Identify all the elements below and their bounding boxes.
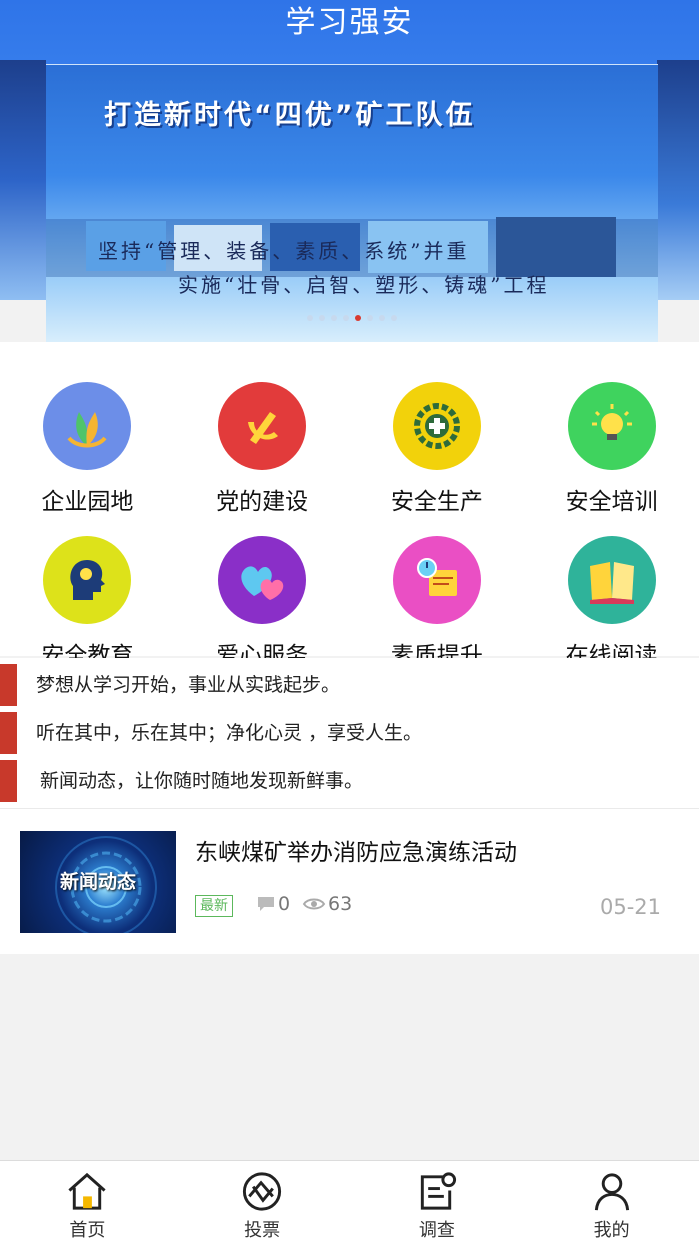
carousel-dot[interactable] [343, 315, 349, 321]
carousel-dot[interactable] [331, 315, 337, 321]
safety-gear-icon [392, 382, 481, 470]
head-idea-icon [43, 536, 132, 624]
comment-count-value: 0 [278, 893, 291, 915]
banner-slogan-2: 实施“壮骨、启智、塑形、铸魂”工程 [178, 273, 550, 297]
notice-item[interactable]: 新闻动态，让你随时随地发现新鲜事。 [0, 758, 699, 804]
news-list-item[interactable]: 新闻动态 东峡煤矿举办消防应急演练活动 最新 0 63 05-21 [0, 808, 699, 954]
tab-label: 投票 [244, 1220, 281, 1241]
home-icon [68, 1172, 106, 1210]
tab-label: 首页 [69, 1220, 106, 1241]
banner-headline: 打造新时代“四优”矿工队伍 [104, 100, 476, 131]
grid-item-label: 党的建设 [216, 489, 309, 515]
comment-count: 0 [256, 893, 290, 915]
carousel-dot[interactable] [367, 315, 373, 321]
tab-survey[interactable]: 调查 [350, 1161, 525, 1242]
feature-grid-panel: 企业园地 党的建设 安全生产 安全培训 安全教育 爱心服务 素质提升 在线阅读 [0, 342, 699, 669]
carousel-dot[interactable] [391, 315, 397, 321]
page-title: 学习强安 [285, 5, 414, 40]
carousel-dot-active[interactable] [355, 315, 361, 321]
grid-item-production[interactable]: 安全生产 [350, 382, 525, 516]
tab-vote[interactable]: 投票 [175, 1161, 350, 1242]
tab-label: 我的 [593, 1220, 630, 1241]
notice-text: 梦想从学习开始，事业从实践起步。 [36, 674, 341, 696]
notice-text: 听在其中，乐在其中；净化心灵 ，享受人生。 [36, 722, 423, 744]
grid-item-label: 企业园地 [41, 489, 134, 515]
grid-item-enterprise[interactable]: 企业园地 [0, 382, 175, 516]
lightbulb-icon [567, 382, 656, 470]
notice-marker [0, 760, 17, 802]
bottom-tab-bar: 首页 投票 调查 我的 [0, 1160, 699, 1242]
notice-marker [0, 664, 17, 706]
news-title[interactable]: 东峡煤矿举办消防应急演练活动 [195, 833, 517, 867]
view-count: 63 [302, 893, 352, 915]
notice-item[interactable]: 梦想从学习开始，事业从实践起步。 [0, 662, 699, 708]
carousel-dot[interactable] [379, 315, 385, 321]
news-thumbnail: 新闻动态 [20, 831, 176, 933]
grid-item-care[interactable]: 爱心服务 [175, 536, 350, 670]
vote-icon [243, 1172, 282, 1211]
plant-icon [43, 382, 132, 470]
grid-item-label: 安全培训 [565, 489, 658, 515]
survey-icon [420, 1172, 456, 1210]
carousel-indicator [46, 315, 658, 321]
thumbnail-caption: 新闻动态 [59, 871, 136, 893]
party-emblem-icon [218, 382, 307, 470]
grid-item-reading[interactable]: 在线阅读 [524, 536, 699, 670]
grid-item-education[interactable]: 安全教育 [0, 536, 175, 670]
banner-slogan-1: 坚持“管理、装备、素质、系统”并重 [98, 239, 470, 263]
grid-item-party[interactable]: 党的建设 [175, 382, 350, 516]
feature-grid: 企业园地 党的建设 安全生产 安全培训 安全教育 爱心服务 素质提升 在线阅读 [0, 382, 699, 670]
banner-next-peek [657, 60, 699, 300]
news-tag: 最新 [195, 895, 233, 917]
tab-mine[interactable]: 我的 [524, 1161, 699, 1242]
banner-carousel[interactable]: 打造新时代“四优”矿工队伍 坚持“管理、装备、素质、系统”并重 实施“壮骨、启智… [46, 64, 658, 342]
user-icon [594, 1173, 629, 1211]
notice-marker [0, 712, 17, 754]
notice-item[interactable]: 听在其中，乐在其中；净化心灵 ，享受人生。 [0, 710, 699, 756]
tab-home[interactable]: 首页 [0, 1161, 175, 1242]
open-book-icon [567, 536, 656, 624]
notice-text: 新闻动态，让你随时随地发现新鲜事。 [40, 770, 364, 792]
hearts-icon [218, 536, 307, 624]
news-date: 05-21 [599, 895, 661, 919]
certificate-clock-icon [392, 536, 481, 624]
view-count-value: 63 [328, 893, 353, 915]
comment-icon [258, 897, 274, 911]
eye-icon [302, 898, 326, 910]
banner-prev-peek [0, 60, 46, 300]
carousel-dot[interactable] [307, 315, 313, 321]
notice-list: 梦想从学习开始，事业从实践起步。 听在其中，乐在其中；净化心灵 ，享受人生。 新… [0, 658, 699, 808]
carousel-dot[interactable] [319, 315, 325, 321]
grid-item-training[interactable]: 安全培训 [524, 382, 699, 516]
grid-item-quality[interactable]: 素质提升 [350, 536, 525, 670]
grid-item-label: 安全生产 [390, 489, 483, 515]
tab-label: 调查 [418, 1220, 455, 1241]
